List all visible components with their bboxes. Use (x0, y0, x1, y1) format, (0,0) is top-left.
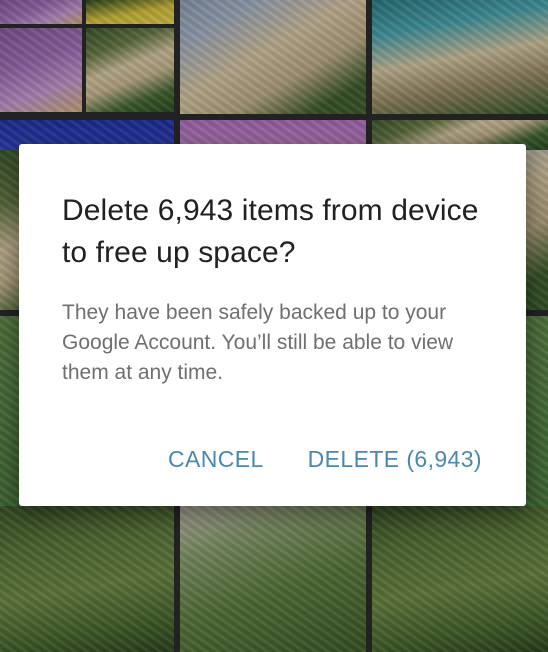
delete-button[interactable]: DELETE (6,943) (308, 446, 482, 473)
cancel-button[interactable]: CANCEL (168, 446, 264, 473)
delete-confirmation-dialog: Delete 6,943 items from device to free u… (19, 144, 526, 506)
dialog-message: They have been safely backed up to your … (62, 301, 454, 384)
dialog-actions: CANCEL DELETE (6,943) (168, 446, 482, 473)
dialog-title: Delete 6,943 items from device to free u… (62, 194, 479, 269)
